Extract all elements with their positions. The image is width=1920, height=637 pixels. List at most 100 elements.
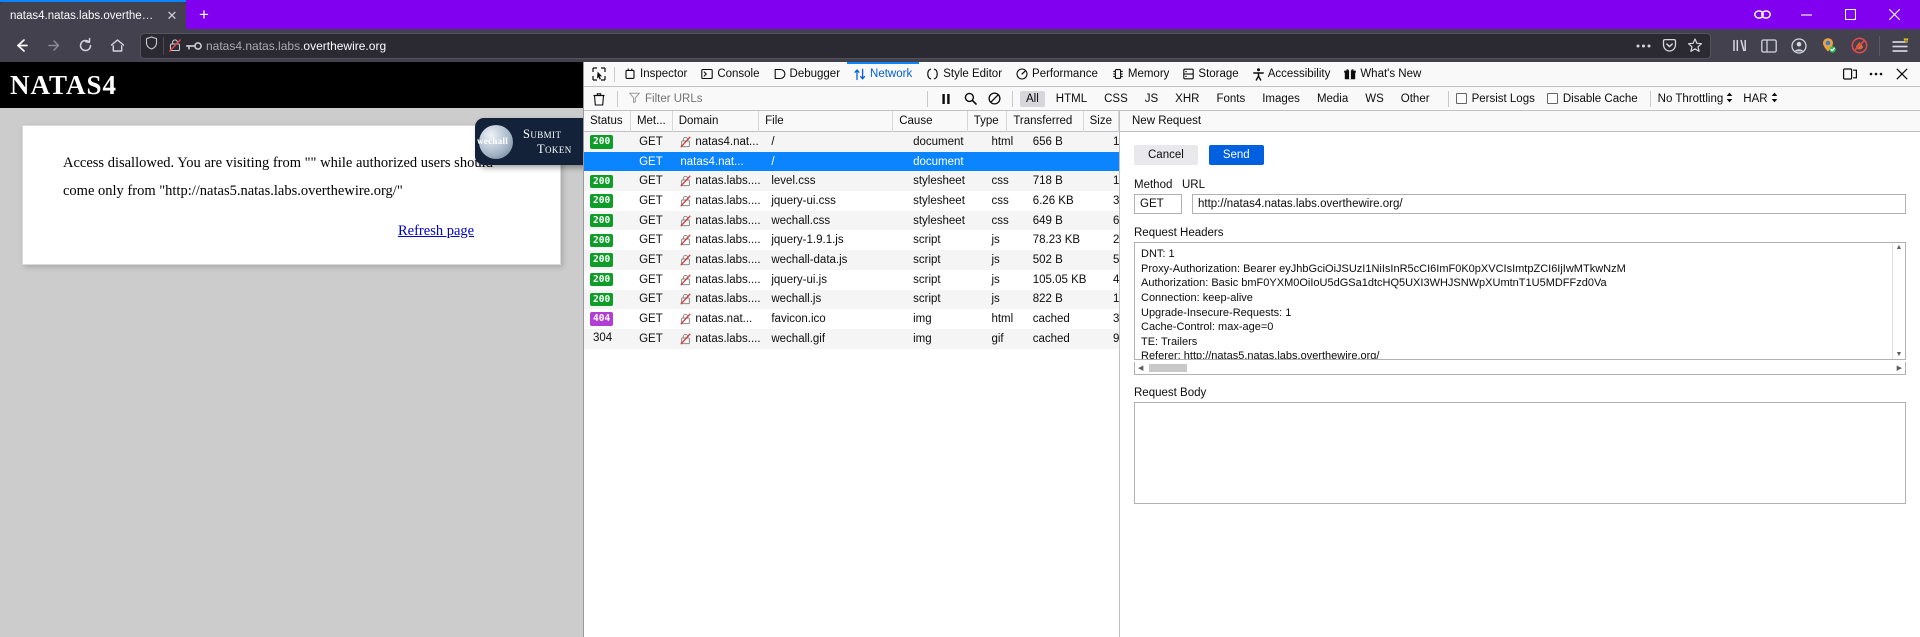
funnel-icon bbox=[628, 92, 641, 106]
back-arrow-icon[interactable] bbox=[6, 32, 36, 60]
column-header-met[interactable]: Met... bbox=[631, 111, 673, 132]
tab-storage[interactable]: Storage bbox=[1176, 62, 1245, 87]
sidebar-icon[interactable] bbox=[1755, 32, 1783, 60]
request-headers-field[interactable]: DNT: 1 Proxy-Authorization: Bearer eyJhb… bbox=[1134, 242, 1906, 360]
devtools-close-icon[interactable] bbox=[1890, 62, 1914, 86]
scrollbar-thumb[interactable] bbox=[1149, 364, 1188, 372]
table-row[interactable]: 200 GET natas.labs.... jquery-ui.js script js… bbox=[584, 270, 1119, 290]
filter-type-css[interactable]: CSS bbox=[1098, 91, 1134, 107]
column-header-status[interactable]: Status bbox=[584, 111, 631, 132]
forward-arrow-icon[interactable] bbox=[38, 32, 68, 60]
filter-type-images[interactable]: Images bbox=[1256, 91, 1306, 107]
filter-type-js[interactable]: JS bbox=[1139, 91, 1164, 107]
scroll-down-icon[interactable]: ▼ bbox=[1896, 351, 1903, 358]
filter-type-fonts[interactable]: Fonts bbox=[1210, 91, 1251, 107]
broken-lock-icon[interactable] bbox=[168, 38, 182, 53]
persist-logs-checkbox[interactable]: Persist Logs bbox=[1455, 93, 1535, 105]
tab-network[interactable]: Network bbox=[847, 62, 920, 87]
tab-console[interactable]: Console bbox=[694, 62, 766, 87]
checkbox-box[interactable] bbox=[1546, 93, 1558, 104]
table-row[interactable]: 200 GET natas4.nat... / document html 656 B 1 K… bbox=[584, 132, 1119, 152]
column-header-transferred[interactable]: Transferred bbox=[1007, 111, 1084, 132]
scroll-left-icon[interactable]: ◀ bbox=[1136, 364, 1145, 372]
filter-type-ws[interactable]: WS bbox=[1359, 91, 1390, 107]
address-bar[interactable]: natas4.natas.labs.overthewire.org bbox=[140, 32, 1711, 60]
account-icon[interactable] bbox=[1785, 32, 1813, 60]
table-row[interactable]: 200 GET natas.labs.... wechall.js script js 82… bbox=[584, 289, 1119, 310]
bookmark-star-icon[interactable] bbox=[1684, 32, 1706, 60]
headers-horizontal-scrollbar[interactable]: ◀ ▶ bbox=[1134, 362, 1906, 375]
url-input[interactable]: http://natas4.natas.labs.overthewire.org… bbox=[1192, 194, 1906, 214]
column-header-file[interactable]: File bbox=[759, 111, 894, 132]
reload-icon[interactable] bbox=[70, 32, 100, 60]
cell-transferred: 6.26 KB bbox=[1032, 194, 1074, 207]
element-picker-icon[interactable] bbox=[586, 62, 612, 86]
throttling-select[interactable]: No Throttling bbox=[1658, 92, 1734, 106]
column-header-type[interactable]: Type bbox=[968, 111, 1008, 132]
close-icon[interactable]: ✕ bbox=[164, 8, 180, 24]
filter-type-media[interactable]: Media bbox=[1311, 91, 1354, 107]
devtools-meatball-icon[interactable] bbox=[1864, 62, 1888, 86]
table-row[interactable]: 200 GET natas.labs.... level.css stylesheet c… bbox=[584, 171, 1119, 192]
pocket-icon[interactable] bbox=[1658, 32, 1680, 60]
table-row[interactable]: 200 GET natas.labs.... wechall-data.js scrip… bbox=[584, 250, 1119, 270]
column-header-size[interactable]: Size bbox=[1084, 111, 1119, 132]
refresh-page-link[interactable]: Refresh page bbox=[398, 220, 474, 244]
table-row[interactable]: 304 GET natas.labs.... wechall.gif img gif cac… bbox=[584, 328, 1119, 349]
maximize-button[interactable] bbox=[1828, 0, 1872, 29]
firefox-view-icon[interactable] bbox=[1740, 0, 1784, 29]
filter-type-all[interactable]: All bbox=[1020, 90, 1045, 107]
column-header-cause[interactable]: Cause bbox=[893, 111, 968, 132]
shield-blocked-icon[interactable] bbox=[1845, 32, 1873, 60]
home-icon[interactable] bbox=[102, 32, 132, 60]
key-icon[interactable] bbox=[186, 41, 202, 51]
table-row[interactable]: 404 GET natas.nat... favicon.ico img html cach… bbox=[584, 309, 1119, 329]
site-identity-group[interactable] bbox=[145, 36, 164, 55]
scroll-right-icon[interactable]: ▶ bbox=[1895, 364, 1904, 372]
tab-debugger[interactable]: Debugger bbox=[767, 62, 848, 87]
table-row[interactable]: 200 GET natas.labs.... jquery-ui.css stylesh… bbox=[584, 191, 1119, 211]
filter-type-other[interactable]: Other bbox=[1395, 91, 1436, 107]
filter-type-html[interactable]: HTML bbox=[1050, 91, 1093, 107]
table-row[interactable]: GET natas4.nat... / document bbox=[584, 151, 1119, 172]
tab-inspector[interactable]: Inspector bbox=[617, 62, 694, 87]
minimize-button[interactable] bbox=[1784, 0, 1828, 29]
wechall-submit-token-badge[interactable]: wechall Submit Token bbox=[475, 118, 583, 165]
table-row[interactable]: 200 GET natas.labs.... wechall.css styleshee… bbox=[584, 210, 1119, 231]
tab-what-s-new[interactable]: What's New bbox=[1337, 62, 1428, 87]
request-body-field[interactable] bbox=[1134, 402, 1906, 504]
tab-accessibility[interactable]: Accessibility bbox=[1246, 62, 1338, 87]
har-select[interactable]: HAR bbox=[1743, 92, 1777, 106]
tab-performance[interactable]: Performance bbox=[1009, 62, 1105, 87]
scroll-up-icon[interactable]: ▲ bbox=[1896, 244, 1903, 251]
tab-style-editor[interactable]: Style Editor bbox=[919, 62, 1009, 87]
dock-layout-icon[interactable] bbox=[1838, 62, 1862, 86]
table-row[interactable]: 200 GET natas.labs.... jquery-1.9.1.js scrip… bbox=[584, 230, 1119, 250]
ellipsis-icon[interactable] bbox=[1632, 32, 1654, 60]
network-filter-bar: Filter URLs All HTML CSS JS XHR Fonts Images Me… bbox=[584, 87, 1920, 111]
trash-icon[interactable] bbox=[588, 89, 610, 109]
method-input[interactable]: GET bbox=[1134, 194, 1182, 214]
shield-icon[interactable] bbox=[145, 36, 158, 55]
send-button[interactable]: Send bbox=[1208, 145, 1264, 165]
window-close-button[interactable] bbox=[1872, 0, 1916, 29]
filter-type-xhr[interactable]: XHR bbox=[1169, 91, 1205, 107]
disable-cache-checkbox[interactable]: Disable Cache bbox=[1546, 93, 1638, 105]
tab-memory[interactable]: Memory bbox=[1105, 62, 1177, 87]
request-headers-text[interactable]: DNT: 1 Proxy-Authorization: Bearer eyJhb… bbox=[1135, 243, 1892, 359]
hamburger-menu-icon[interactable] bbox=[1886, 32, 1914, 60]
navigation-toolbar: natas4.natas.labs.overthewire.org bbox=[0, 29, 1920, 62]
headers-vertical-scrollbar[interactable]: ▲ ▼ bbox=[1892, 243, 1905, 359]
pause-icon[interactable] bbox=[935, 89, 957, 109]
location-pin-icon[interactable] bbox=[1815, 32, 1843, 60]
filter-urls-input[interactable]: Filter URLs bbox=[625, 89, 920, 108]
browser-tab[interactable]: natas4.natas.labs.overthewire.org/ ✕ bbox=[0, 2, 186, 29]
search-icon[interactable] bbox=[959, 89, 981, 109]
cancel-button[interactable]: Cancel bbox=[1134, 145, 1198, 165]
new-tab-button[interactable]: + bbox=[192, 3, 216, 27]
block-icon[interactable] bbox=[983, 89, 1005, 109]
library-icon[interactable] bbox=[1725, 32, 1753, 60]
url-text[interactable]: natas4.natas.labs.overthewire.org bbox=[206, 39, 1628, 53]
checkbox-box[interactable] bbox=[1455, 93, 1467, 104]
column-header-domain[interactable]: Domain bbox=[673, 111, 760, 132]
